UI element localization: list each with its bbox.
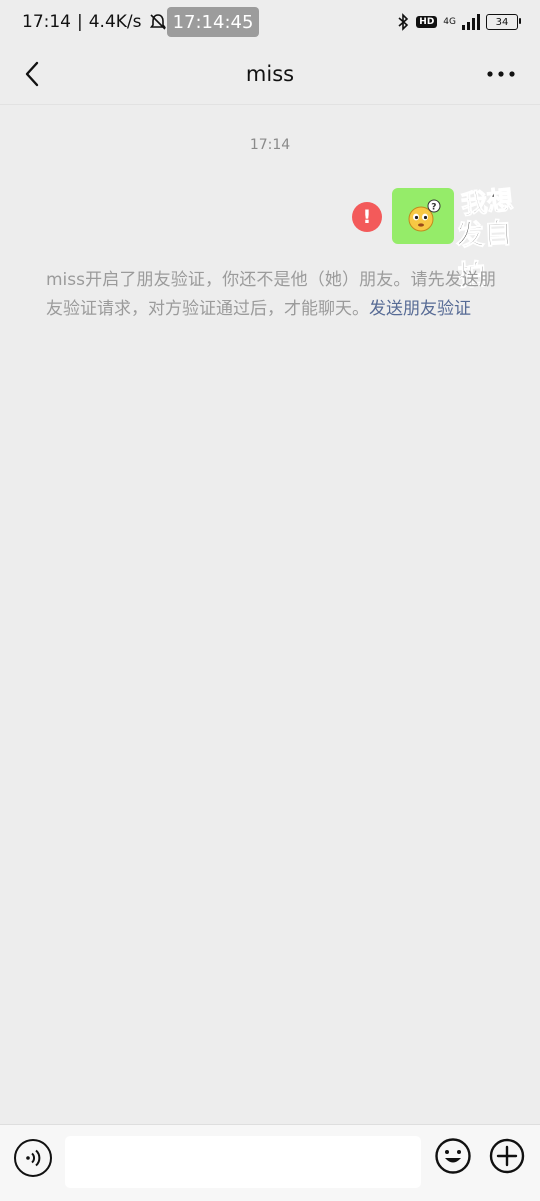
plus-button[interactable] — [489, 1138, 525, 1174]
input-bar — [0, 1124, 540, 1201]
send-failed-icon[interactable]: ! — [352, 202, 382, 232]
network-type: 4G — [443, 17, 456, 27]
signal-icon — [462, 14, 480, 30]
bluetooth-icon — [398, 13, 409, 31]
status-right: HD 4G 34 — [396, 13, 521, 31]
sticker-caption: 我想 发自拍 — [455, 180, 540, 293]
back-button[interactable] — [16, 56, 48, 92]
voice-icon — [26, 1149, 41, 1167]
plus-icon — [489, 1138, 525, 1174]
chevron-left-icon — [25, 61, 39, 87]
bell-off-icon — [149, 14, 166, 30]
status-time: 17:14 — [22, 12, 71, 32]
status-left: 17:14 | 4.4K/s — [22, 12, 168, 32]
emoji-icon — [435, 1138, 471, 1174]
hd-badge: HD — [416, 16, 438, 28]
friend-verification-notice: miss开启了朋友验证，你还不是他（她）朋友。请先发送朋友验证请求，对方验证通过… — [46, 266, 496, 324]
send-failed-symbol: ! — [362, 206, 372, 228]
status-separator: | — [77, 12, 83, 32]
send-verification-link[interactable]: 发送朋友验证 — [369, 299, 471, 319]
clock-overlay: 17:14:45 — [167, 7, 259, 37]
svg-text:?: ? — [431, 203, 436, 213]
emoji-button[interactable] — [434, 1137, 472, 1175]
more-button[interactable] — [484, 60, 518, 88]
message-input[interactable] — [65, 1136, 421, 1188]
message-timestamp: 17:14 — [249, 137, 291, 153]
sticker-message[interactable]: ? — [392, 188, 454, 244]
more-dots-icon — [487, 71, 515, 77]
voice-button[interactable] — [14, 1139, 52, 1177]
status-bar: 17:14 | 4.4K/s HD 4G 34 — [0, 0, 540, 44]
confused-face-icon: ? — [408, 199, 441, 232]
chat-title: miss — [245, 62, 295, 86]
status-net-speed: 4.4K/s — [88, 12, 142, 32]
battery-level: 34 — [495, 16, 509, 28]
battery-indicator: 34 — [486, 14, 521, 30]
chat-header: miss — [0, 44, 540, 105]
